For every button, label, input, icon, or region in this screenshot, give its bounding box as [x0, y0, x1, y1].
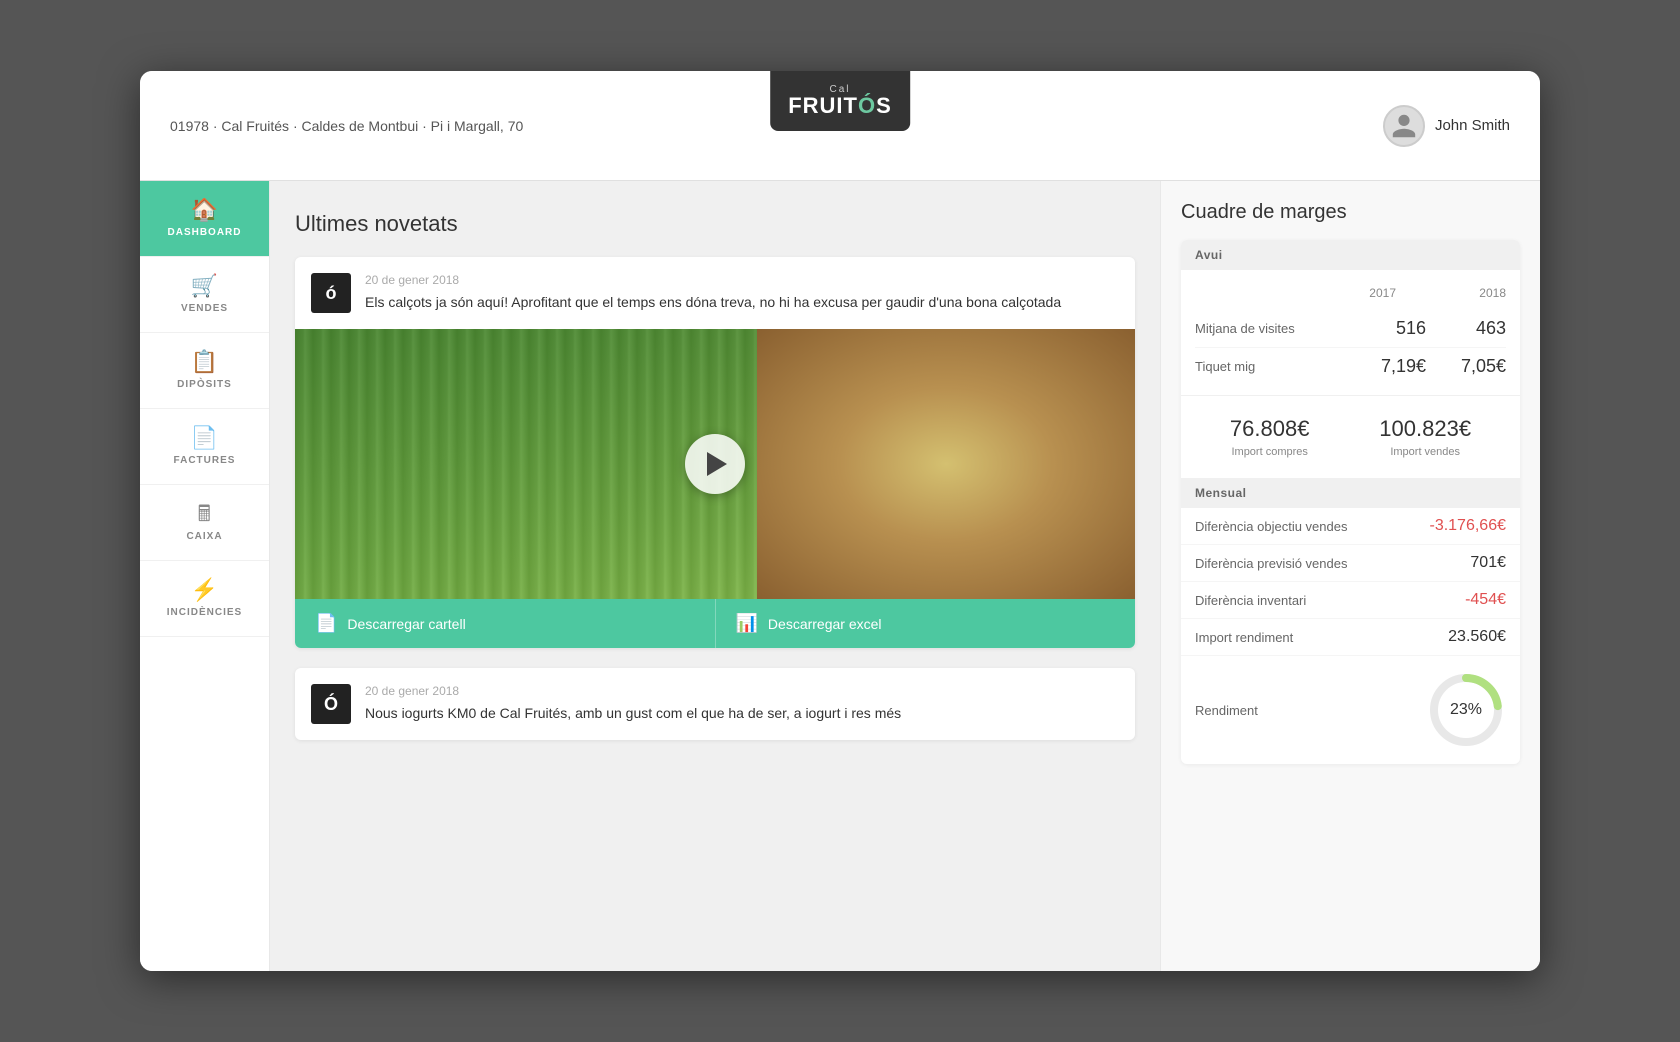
news-icon-1: ó: [311, 273, 351, 313]
import-compres-block: 76.808€ Import compres: [1230, 416, 1310, 458]
inventari-label: Diferència inventari: [1195, 593, 1465, 608]
col-header-2017: 2017: [1316, 286, 1396, 300]
row-objectiu: Diferència objectiu vendes -3.176,66€: [1181, 508, 1520, 545]
row-inventari: Diferència inventari -454€: [1181, 582, 1520, 619]
tiquet-label: Tiquet mig: [1195, 359, 1346, 374]
row-rendiment-import: Import rendiment 23.560€: [1181, 619, 1520, 656]
sidebar-label-vendes: VENDES: [181, 303, 228, 314]
factures-icon: 📄: [191, 427, 219, 449]
marges-avui-table: 2017 2018 Mitjana de visites 516 463 Tiq…: [1181, 270, 1520, 395]
news-text-2: 20 de gener 2018 Nous iogurts KM0 de Cal…: [365, 684, 1119, 724]
right-panel: Cuadre de marges Avui 2017 2018 Mitjana …: [1160, 181, 1540, 971]
marges-box: Avui 2017 2018 Mitjana de visites 516 46…: [1181, 240, 1520, 764]
logo-fruitos-text: FRUITÓS: [788, 95, 892, 117]
rendiment-section: Rendiment 23%: [1181, 656, 1520, 764]
visites-label: Mitjana de visites: [1195, 321, 1346, 336]
prevision-val: 701€: [1470, 554, 1506, 572]
inventari-val: -454€: [1465, 591, 1506, 609]
visites-val-2017: 516: [1346, 318, 1426, 339]
sidebar-item-vendes[interactable]: 🛒 VENDES: [140, 257, 269, 333]
download-excel-button[interactable]: 📊 Descarregar excel: [715, 599, 1136, 648]
novetats-title: Ultimes novetats: [295, 211, 1135, 237]
excel-icon: 📊: [736, 613, 758, 634]
caixa-icon: 🖩: [198, 503, 212, 525]
sidebar-label-caixa: CAIXA: [186, 531, 222, 542]
sidebar-item-factures[interactable]: 📄 FACTURES: [140, 409, 269, 485]
rendiment-import-val: 23.560€: [1448, 628, 1506, 646]
news-date-2: 20 de gener 2018: [365, 684, 1119, 698]
incidencies-icon: ⚡: [191, 579, 219, 601]
pdf-icon: 📄: [315, 613, 337, 634]
prevision-label: Diferència previsió vendes: [1195, 556, 1470, 571]
news-title-1: Els calçots ja són aquí! Aprofitant que …: [365, 292, 1119, 313]
marges-row-visites: Mitjana de visites 516 463: [1195, 310, 1506, 348]
sidebar: 🏠 DASHBOARD 🛒 VENDES 📋 DIPÒSITS 📄 FACTUR…: [140, 181, 270, 971]
marges-col-headers: 2017 2018: [1195, 280, 1506, 306]
visites-val-2018: 463: [1426, 318, 1506, 339]
header-logo: Cal FRUITÓS: [770, 71, 910, 131]
sidebar-item-incidencies[interactable]: ⚡ INCIDÈNCIES: [140, 561, 269, 637]
download-bar: 📄 Descarregar cartell 📊 Descarregar exce…: [295, 599, 1135, 648]
soup-image: [757, 329, 1135, 599]
sidebar-item-dashboard[interactable]: 🏠 DASHBOARD: [140, 181, 269, 257]
marges-big-values: 76.808€ Import compres 100.823€ Import v…: [1181, 395, 1520, 478]
video-area[interactable]: [295, 329, 1135, 599]
news-header-1: ó 20 de gener 2018 Els calçots ja són aq…: [295, 257, 1135, 329]
col-header-2018: 2018: [1426, 286, 1506, 300]
tiquet-val-2017: 7,19€: [1346, 356, 1426, 377]
import-compres-label: Import compres: [1230, 446, 1310, 458]
sidebar-label-factures: FACTURES: [174, 455, 236, 466]
user-name: John Smith: [1435, 117, 1510, 134]
download-cartell-button[interactable]: 📄 Descarregar cartell: [295, 599, 715, 648]
objectiu-label: Diferència objectiu vendes: [1195, 519, 1429, 534]
objectiu-val: -3.176,66€: [1429, 517, 1506, 535]
rendiment-pct: 23%: [1450, 701, 1482, 719]
header-user[interactable]: John Smith: [1383, 105, 1510, 147]
marges-row-tiquet: Tiquet mig 7,19€ 7,05€: [1195, 348, 1506, 385]
import-vendes-block: 100.823€ Import vendes: [1379, 416, 1471, 458]
diposits-icon: 📋: [191, 351, 219, 373]
news-card-1: ó 20 de gener 2018 Els calçots ja són aq…: [295, 257, 1135, 648]
app-frame: 01978 · Cal Fruités · Caldes de Montbui …: [140, 71, 1540, 971]
news-title-2: Nous iogurts KM0 de Cal Fruités, amb un …: [365, 703, 1119, 724]
sidebar-item-diposits[interactable]: 📋 DIPÒSITS: [140, 333, 269, 409]
sidebar-label-dashboard: DASHBOARD: [168, 227, 242, 238]
import-vendes-label: Import vendes: [1379, 446, 1471, 458]
download-excel-label: Descarregar excel: [768, 616, 882, 632]
news-header-2: Ó 20 de gener 2018 Nous iogurts KM0 de C…: [295, 668, 1135, 740]
sidebar-label-diposits: DIPÒSITS: [177, 379, 232, 390]
user-avatar-icon: [1390, 112, 1418, 140]
body: 🏠 DASHBOARD 🛒 VENDES 📋 DIPÒSITS 📄 FACTUR…: [140, 181, 1540, 971]
main-content: Ultimes novetats ó 20 de gener 2018 Els …: [270, 181, 1540, 971]
marges-mensual-header: Mensual: [1181, 478, 1520, 508]
sidebar-label-incidencies: INCIDÈNCIES: [167, 607, 242, 618]
news-text-1: 20 de gener 2018 Els calçots ja són aquí…: [365, 273, 1119, 313]
rendiment-label: Rendiment: [1195, 703, 1410, 718]
sidebar-item-caixa[interactable]: 🖩 CAIXA: [140, 485, 269, 561]
header-address: 01978 · Cal Fruités · Caldes de Montbui …: [170, 118, 523, 134]
video-right-half: [757, 329, 1135, 599]
news-date-1: 20 de gener 2018: [365, 273, 1119, 287]
row-prevision: Diferència previsió vendes 701€: [1181, 545, 1520, 582]
marges-title: Cuadre de marges: [1181, 201, 1520, 224]
avatar: [1383, 105, 1425, 147]
news-icon-2: Ó: [311, 684, 351, 724]
dashboard-icon: 🏠: [191, 199, 219, 221]
rendiment-donut: 23%: [1426, 670, 1506, 750]
marges-avui-header: Avui: [1181, 240, 1520, 270]
news-card-2: Ó 20 de gener 2018 Nous iogurts KM0 de C…: [295, 668, 1135, 740]
import-vendes-val: 100.823€: [1379, 416, 1471, 442]
download-cartell-label: Descarregar cartell: [347, 616, 465, 632]
left-panel: Ultimes novetats ó 20 de gener 2018 Els …: [270, 181, 1160, 971]
vendes-icon: 🛒: [191, 275, 219, 297]
import-compres-val: 76.808€: [1230, 416, 1310, 442]
rendiment-import-label: Import rendiment: [1195, 630, 1448, 645]
play-button[interactable]: [685, 434, 745, 494]
tiquet-val-2018: 7,05€: [1426, 356, 1506, 377]
header: 01978 · Cal Fruités · Caldes de Montbui …: [140, 71, 1540, 181]
